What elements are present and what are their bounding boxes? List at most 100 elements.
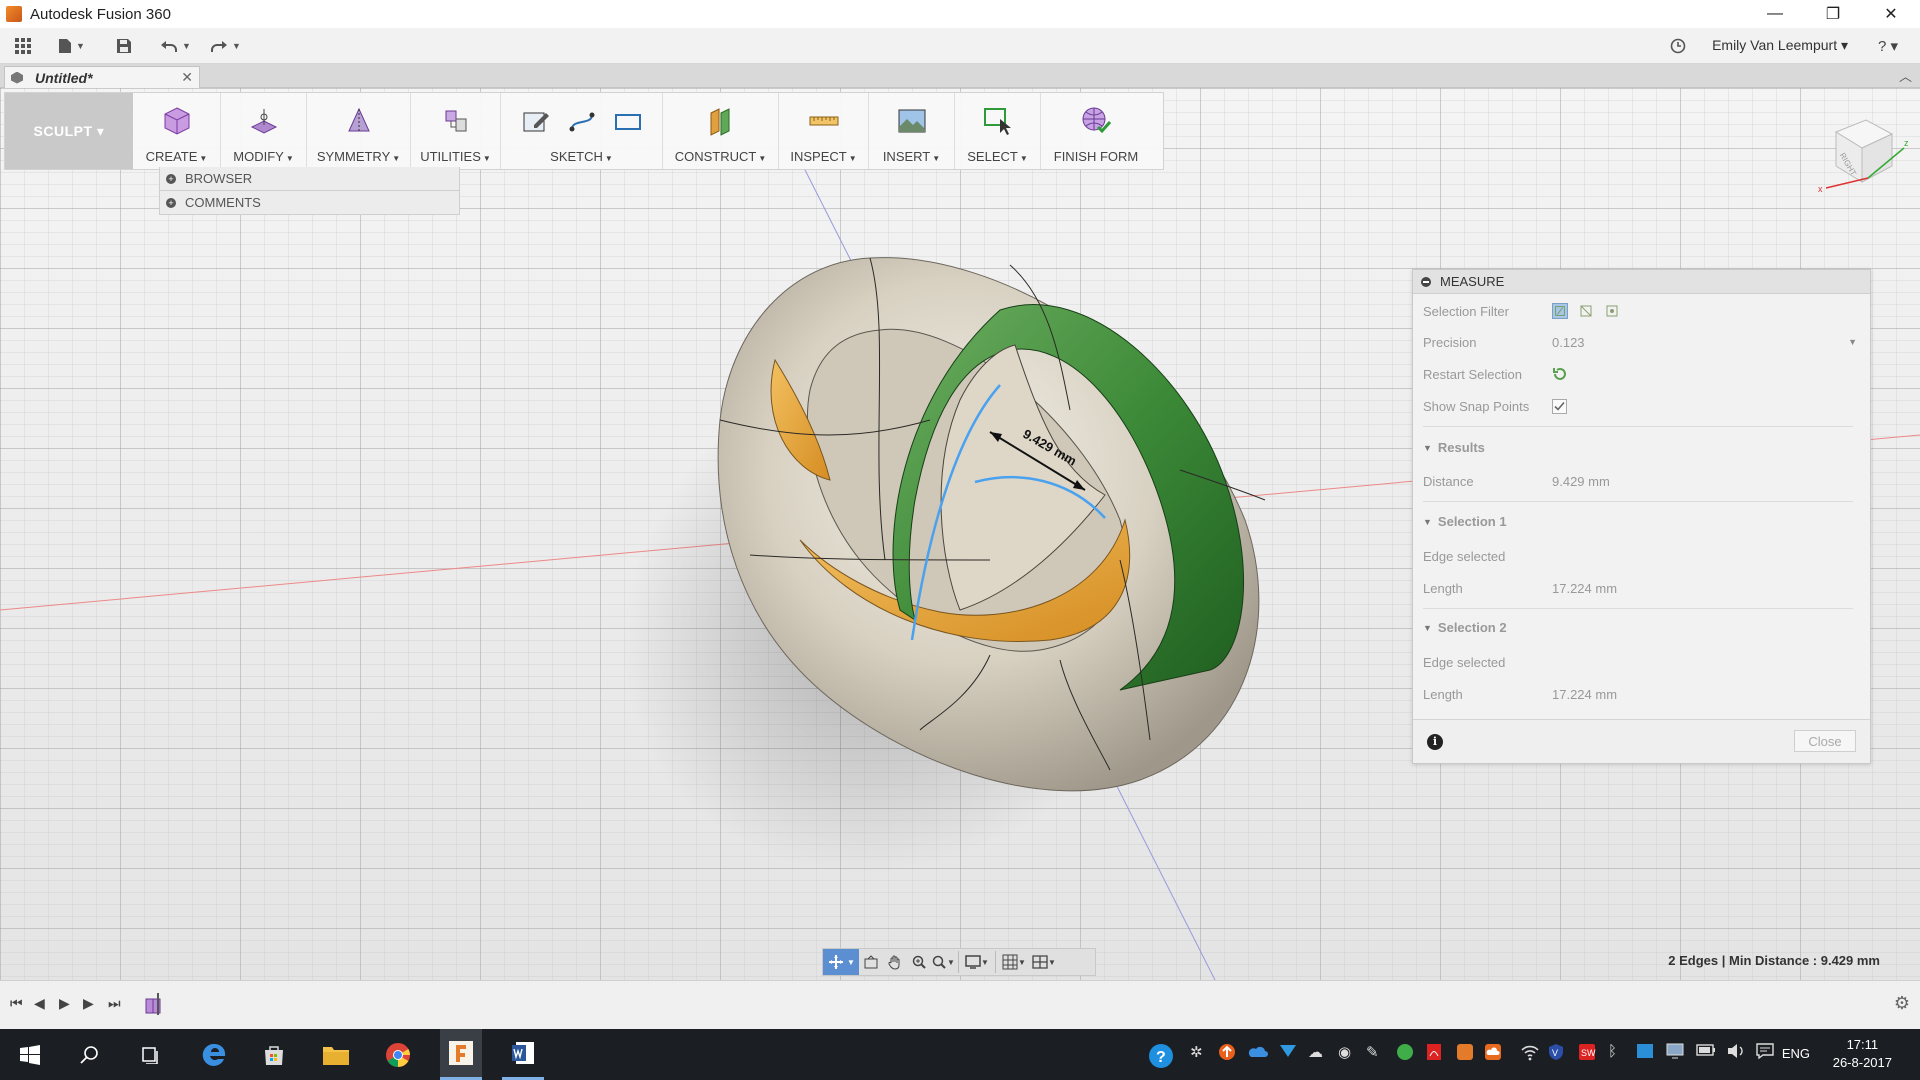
step-back-button[interactable]: ◀ xyxy=(34,995,45,1012)
quick-access-toolbar: ▼ ▼ ▼ Emily Van Leempurt ▾ ? ▾ xyxy=(0,28,1920,64)
tray-red-app-icon[interactable]: SW xyxy=(1578,1043,1596,1065)
file-menu-button[interactable]: ▼ xyxy=(58,35,85,57)
tray-settings-icon[interactable]: ✲ xyxy=(1190,1043,1203,1061)
tray-cloud-icon[interactable] xyxy=(1484,1043,1502,1065)
modify-group[interactable]: MODIFY ▼ xyxy=(221,93,307,169)
tray-blue-app-icon[interactable] xyxy=(1636,1043,1654,1063)
restore-button[interactable]: ❐ xyxy=(1804,0,1862,28)
tray-app-icon[interactable]: ◉ xyxy=(1338,1043,1351,1061)
info-icon[interactable]: i xyxy=(1427,734,1443,750)
results-section-header[interactable]: ▼ Results xyxy=(1423,440,1485,455)
insert-label: INSERT xyxy=(882,149,931,164)
precision-label: Precision xyxy=(1423,334,1477,350)
tray-action-center-icon[interactable] xyxy=(1756,1043,1774,1063)
create-group[interactable]: CREATE ▼ xyxy=(133,93,221,169)
tray-network-drive-icon[interactable] xyxy=(1278,1043,1298,1063)
comments-panel[interactable]: + COMMENTS xyxy=(159,191,460,215)
tray-battery-icon[interactable] xyxy=(1696,1043,1716,1060)
tray-green-icon[interactable] xyxy=(1396,1043,1414,1065)
select-bodies-icon[interactable] xyxy=(1604,303,1620,319)
taskbar-file-explorer[interactable] xyxy=(316,1029,356,1080)
tray-utility-icon[interactable]: ✎ xyxy=(1366,1043,1379,1061)
grid-settings-button[interactable]: ▼ xyxy=(999,949,1029,975)
svg-text:V: V xyxy=(1552,1048,1558,1058)
measure-dialog-header[interactable]: MEASURE xyxy=(1413,270,1870,294)
viewports-button[interactable]: ▼ xyxy=(1029,949,1059,975)
play-button[interactable]: ▶ xyxy=(59,995,70,1012)
tray-wifi-icon[interactable] xyxy=(1520,1043,1540,1065)
view-cube[interactable]: x z RIGHT xyxy=(1812,112,1912,202)
selection2-section-header[interactable]: ▼ Selection 2 xyxy=(1423,620,1507,635)
redo-button[interactable]: ▼ xyxy=(210,35,241,57)
zoom-button[interactable] xyxy=(907,949,931,975)
tray-bluetooth-icon[interactable]: ᛒ xyxy=(1608,1043,1617,1060)
taskbar-store[interactable] xyxy=(254,1029,294,1080)
task-view-button[interactable] xyxy=(130,1029,170,1080)
construct-group[interactable]: CONSTRUCT ▼ xyxy=(663,93,779,169)
tray-update-icon[interactable] xyxy=(1218,1043,1236,1065)
look-at-button[interactable] xyxy=(859,949,883,975)
expand-comments-icon[interactable]: + xyxy=(166,197,176,208)
form-feature-marker-icon[interactable] xyxy=(144,993,162,1015)
display-settings-button[interactable]: ▼ xyxy=(962,949,992,975)
close-window-button[interactable]: ✕ xyxy=(1862,0,1920,28)
create-box-icon xyxy=(164,107,189,135)
help-menu-button[interactable]: ? ▾ xyxy=(1878,35,1898,57)
user-account-menu[interactable]: Emily Van Leempurt ▾ xyxy=(1712,37,1848,54)
selection1-section-header[interactable]: ▼ Selection 1 xyxy=(1423,514,1507,529)
start-button[interactable] xyxy=(10,1029,50,1080)
utilities-group[interactable]: UTILITIES ▼ xyxy=(411,93,501,169)
tray-help-icon[interactable]: ? xyxy=(1148,1043,1174,1073)
view-cube-graphic[interactable]: x z RIGHT xyxy=(1812,112,1912,202)
symmetry-group[interactable]: SYMMETRY ▼ xyxy=(307,93,411,169)
tray-volume-icon[interactable] xyxy=(1726,1043,1746,1063)
go-to-end-button[interactable]: ⏭ xyxy=(108,995,121,1012)
select-group[interactable]: SELECT ▼ xyxy=(955,93,1041,169)
workspace-switcher[interactable]: SCULPT ▾ xyxy=(5,93,133,169)
precision-row[interactable]: Precision 0.123 ▼ xyxy=(1423,332,1863,352)
orbit-button[interactable]: ▼ xyxy=(823,949,859,975)
close-dialog-button[interactable]: Close xyxy=(1794,730,1856,752)
selection1-length-row: Length 17.224 mm xyxy=(1423,578,1863,598)
select-edges-icon[interactable] xyxy=(1578,303,1594,319)
collapse-dialog-icon[interactable] xyxy=(1421,276,1431,287)
search-button[interactable] xyxy=(70,1029,110,1080)
select-faces-icon[interactable] xyxy=(1552,303,1568,319)
close-tab-icon[interactable]: ✕ xyxy=(181,69,193,86)
finish-form-group[interactable]: FINISH FORM xyxy=(1041,93,1151,169)
job-status-button[interactable] xyxy=(1670,35,1686,57)
step-forward-button[interactable]: ▶ xyxy=(83,995,94,1012)
minimize-button[interactable]: — xyxy=(1746,0,1804,28)
chevron-down-icon[interactable]: ▼ xyxy=(1848,337,1857,347)
tray-display-icon[interactable] xyxy=(1666,1043,1684,1063)
inspect-group[interactable]: INSPECT ▼ xyxy=(779,93,869,169)
collapse-toolbar-icon[interactable]: ︿ xyxy=(1899,66,1912,85)
browser-panel[interactable]: + BROWSER xyxy=(159,167,460,191)
save-button[interactable] xyxy=(116,35,132,57)
tray-shield-icon[interactable]: V xyxy=(1548,1043,1564,1065)
show-snap-points-checkbox[interactable] xyxy=(1552,398,1567,414)
tray-sync-icon[interactable]: ☁ xyxy=(1308,1043,1323,1061)
input-language-indicator[interactable]: ENG xyxy=(1782,1046,1810,1061)
taskbar-fusion360[interactable] xyxy=(440,1029,482,1080)
taskbar-word[interactable] xyxy=(502,1029,544,1080)
tray-orange-app-icon[interactable] xyxy=(1456,1043,1474,1065)
go-to-start-button[interactable]: ⏮ xyxy=(10,995,23,1012)
tray-pdf-icon[interactable] xyxy=(1426,1043,1442,1065)
taskbar-edge[interactable] xyxy=(194,1029,234,1080)
restart-selection-icon[interactable] xyxy=(1552,366,1568,382)
undo-button[interactable]: ▼ xyxy=(160,35,191,57)
pan-button[interactable] xyxy=(883,949,907,975)
insert-group[interactable]: INSERT ▼ xyxy=(869,93,955,169)
zoom-icon xyxy=(912,955,926,969)
tray-onedrive-icon[interactable] xyxy=(1246,1043,1268,1063)
taskbar-chrome[interactable] xyxy=(378,1029,418,1080)
precision-select[interactable]: 0.123 xyxy=(1552,335,1848,350)
document-tab[interactable]: Untitled* ✕ xyxy=(4,66,200,88)
sketch-group[interactable]: SKETCH ▼ xyxy=(501,93,663,169)
fit-button[interactable]: ▼ xyxy=(931,949,955,975)
data-panel-button[interactable] xyxy=(14,35,32,57)
expand-browser-icon[interactable]: + xyxy=(166,173,176,184)
system-clock[interactable]: 17:11 26-8-2017 xyxy=(1833,1036,1892,1072)
timeline-settings-gear-icon[interactable]: ⚙ xyxy=(1894,993,1910,1014)
